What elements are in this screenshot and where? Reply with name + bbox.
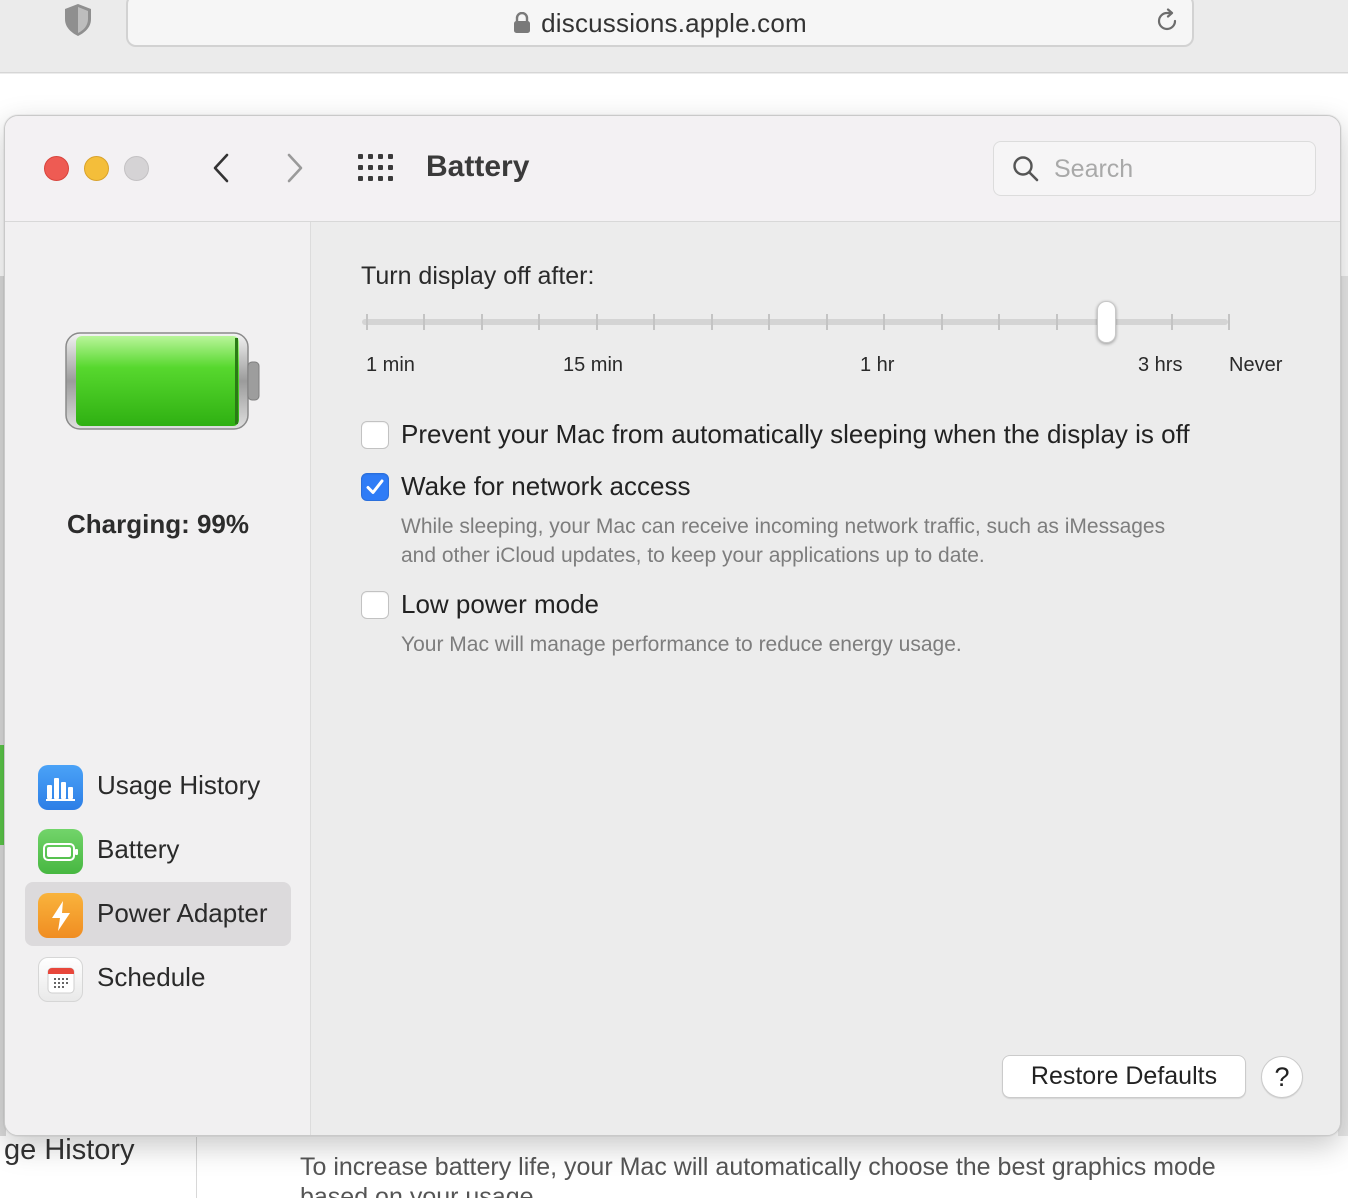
background-sidebar-text: ge History [4,1134,135,1166]
url-text: discussions.apple.com [541,8,807,38]
slider-tick [710,314,713,330]
sidebar: Charging: 99% Usage History Battery Powe… [5,222,311,1135]
minimize-button[interactable] [84,156,109,181]
sidebar-item-usage-history[interactable]: Usage History [25,754,291,818]
slider-tick [883,314,886,330]
display-off-slider-title: Turn display off after: [361,262,595,290]
slider-tick [768,314,771,330]
window-title: Battery [426,150,530,183]
background-description: To increase battery life, your Mac will … [300,1153,1216,1198]
battery-icon [38,829,83,874]
search-input[interactable] [1054,152,1304,186]
slider-tick [538,314,541,330]
slider-tick [423,314,426,330]
prevent-sleep-label[interactable]: Prevent your Mac from automatically slee… [401,419,1190,450]
shield-icon[interactable] [62,2,94,38]
slider-tick [480,314,483,330]
battery-preferences-window: Battery Charging: 99% [4,115,1341,1136]
slider-label-1-min: 1 min [366,354,415,376]
usage-history-icon [38,765,83,810]
low-power-description: Your Mac will manage performance to redu… [401,633,962,656]
address-bar[interactable]: discussions.apple.com [126,0,1194,47]
slider-label-1-hr: 1 hr [860,354,895,376]
search-field[interactable] [993,141,1316,196]
zoom-button[interactable] [124,156,149,181]
sidebar-item-battery[interactable]: Battery [25,818,291,882]
chevron-left-icon [213,153,229,183]
slider-tick [998,314,1001,330]
sidebar-item-label: Schedule [97,962,206,992]
content-pane: Turn display off after: 1 min 15 min 1 h… [311,222,1340,1135]
sidebar-item-label: Power Adapter [97,898,268,928]
sidebar-item-label: Usage History [97,770,261,800]
browser-toolbar: discussions.apple.com [0,0,1348,73]
schedule-icon [38,957,83,1002]
slider-tick [1228,314,1230,330]
slider-tick [1055,314,1058,330]
window-titlebar: Battery [5,116,1340,222]
forward-button[interactable] [275,148,315,188]
slider-label-3-hrs: 3 hrs [1138,354,1183,376]
help-button[interactable]: ? [1261,1056,1303,1098]
reload-icon[interactable] [1154,8,1180,34]
show-all-grid-icon[interactable] [357,153,395,183]
slider-tick [653,314,656,330]
slider-tick [595,314,598,330]
sidebar-item-schedule[interactable]: Schedule [25,946,291,1010]
search-icon [1013,156,1039,182]
background-divider [196,1137,197,1198]
restore-defaults-button[interactable]: Restore Defaults [1002,1055,1246,1098]
close-button[interactable] [44,156,69,181]
power-adapter-icon [38,893,83,938]
battery-status-icon [65,332,260,430]
slider-label-never: Never [1229,354,1283,376]
wake-network-checkbox[interactable] [361,473,389,501]
slider-label-15-min: 15 min [563,354,624,376]
wake-network-description: While sleeping, your Mac can receive inc… [401,515,1166,567]
slider-tick [1170,314,1173,330]
checkmark-icon [366,479,384,494]
low-power-checkbox[interactable] [361,591,389,619]
prevent-sleep-checkbox[interactable] [361,421,389,449]
lock-icon [514,12,531,33]
sidebar-item-power-adapter[interactable]: Power Adapter [25,882,291,946]
sidebar-item-label: Battery [97,834,180,864]
charging-status: Charging: 99% [66,509,250,539]
low-power-label[interactable]: Low power mode [401,589,599,620]
display-off-slider-thumb[interactable] [1097,301,1116,343]
slider-tick [825,314,828,330]
back-button[interactable] [201,148,241,188]
slider-tick [366,314,368,330]
wake-network-label[interactable]: Wake for network access [401,471,690,502]
chevron-right-icon [287,153,303,183]
slider-tick [940,314,943,330]
